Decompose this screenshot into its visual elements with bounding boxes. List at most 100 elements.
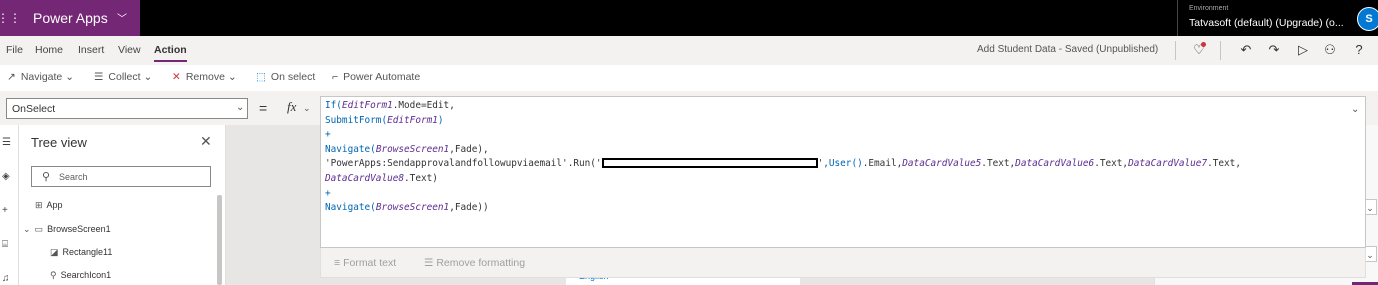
formula-variable: BrowseScreen1 [375,143,450,155]
database-icon[interactable]: ⌸ [2,239,8,250]
formula-variable: EditForm1 [387,114,438,126]
property-value: OnSelect [12,103,56,115]
avatar[interactable]: S [1357,7,1378,31]
formula-text: ,Fade), [449,143,489,155]
formula-code[interactable]: If(EditForm1.Mode=Edit, SubmitForm(EditFo… [325,99,1241,216]
close-icon[interactable]: ✕ [200,133,212,150]
formula-text: .Email, [862,158,903,170]
rectangle-icon: ◪ [50,247,59,257]
chevron-down-icon: ⌄ [23,224,31,234]
chevron-down-icon[interactable]: ⌄ [1351,104,1359,115]
chevron-down-icon: ⌄ [65,71,74,83]
formula-line: SubmitForm(EditForm1) [325,114,1241,129]
property-dropdown[interactable]: OnSelect ⌄ [6,98,248,119]
formula-keyword: + [325,129,331,141]
on-select-button[interactable]: ⬚ On select [256,71,315,83]
remove-button[interactable]: ✕ Remove ⌄ [172,71,237,83]
environment-name: Tatvasoft (default) (Upgrade) (o... [1189,17,1344,29]
list-icon: ☰ [94,71,104,83]
menu-home[interactable]: Home [35,44,63,56]
format-text-button[interactable]: ≡ Format text [334,257,396,269]
chevron-down-icon: ⌄ [143,71,153,83]
chevron-down-icon: ﹀ [117,14,127,25]
search-icon: ⚲ [42,171,51,183]
undo-icon[interactable]: ↶ [1236,40,1256,60]
search-input[interactable]: ⚲ Search [31,166,211,187]
formula-keyword: If( [325,100,342,111]
menu-action[interactable]: Action [154,44,187,62]
formula-text: 'PowerApps:Sendapprovalandfollowupviaema… [325,158,602,170]
redo-icon[interactable]: ↷ [1264,40,1284,60]
navigate-button[interactable]: ↗ Navigate ⌄ [7,71,74,83]
tree-scrollbar[interactable] [217,195,222,285]
formula-text: .Text, [1094,158,1129,170]
tree-item-browsescreen1[interactable]: ⌄ ▭ BrowseScreen1 [23,224,111,235]
formula-line: + [325,128,1241,143]
tree-item-app[interactable]: ⊞ App [35,200,63,211]
divider [1175,41,1176,60]
remove-formatting-icon: ☰ [424,257,434,269]
formula-line: If(EditForm1.Mode=Edit, [325,99,1241,114]
fx-icon[interactable]: fx [287,99,296,115]
tree-item-label: BrowseScreen1 [47,224,111,234]
formula-variable: DataCardValue5 [902,158,982,170]
media-icon[interactable]: ♫ [2,273,10,284]
formula-text: .Text, [981,158,1016,170]
formula-keyword: + [325,187,331,199]
formula-keyword: Navigate( [325,202,376,214]
equals-sign: = [259,100,268,116]
flow-icon: ⌐ [332,71,339,83]
layers-icon[interactable]: ◈ [2,171,10,182]
remove-formatting-button[interactable]: ☰ Remove formatting [424,257,525,269]
search-icon: ⚲ [50,270,57,280]
tree-item-label: App [46,200,63,210]
remove-formatting-label: Remove formatting [436,257,526,269]
share-user-icon[interactable]: ⚇ [1320,40,1340,60]
close-icon: ✕ [172,71,181,83]
hamburger-icon[interactable]: ☰ [2,137,11,148]
menu-insert[interactable]: Insert [78,44,104,56]
power-automate-label: Power Automate [343,71,421,83]
formula-keyword: Navigate( [325,143,376,155]
chevron-down-icon: ⌄ [236,102,245,113]
tree-item-searchicon1[interactable]: ⚲ SearchIcon1 [50,270,111,281]
cursor-select-icon: ⬚ [256,71,266,83]
help-icon[interactable]: ? [1349,40,1369,60]
plus-icon[interactable]: + [2,205,8,216]
menu-file[interactable]: File [6,44,23,56]
waffle-menu-icon[interactable]: ⋮⋮ [0,0,21,36]
top-bar: ⋮⋮ Power Apps ﹀ Environment Tatvasoft (d… [0,0,1378,36]
environment-label: Environment [1189,5,1229,12]
formula-variable: BrowseScreen1 [375,202,450,214]
play-icon[interactable]: ▷ [1293,40,1313,60]
redacted-value [601,158,818,169]
formula-line: Navigate(BrowseScreen1,Fade)) [325,201,1241,216]
left-rail: ☰ ◈ + ⌸ ♫ [0,125,19,285]
tree-view-title: Tree view [31,135,87,150]
app-switcher[interactable]: Power Apps ﹀ [18,0,140,36]
menu-bar: File Home Insert View Action Add Student… [0,36,1378,66]
formula-keyword: ) [437,114,444,126]
app-checker-icon[interactable]: ♡ [1189,40,1209,60]
command-bar: ↗ Navigate ⌄ ☰ Collect ⌄ ✕ Remove ⌄ ⬚ On sel… [0,65,1378,92]
collect-button[interactable]: ☰ Collect ⌄ [94,71,152,83]
on-select-label: On select [270,71,316,83]
tree-item-rectangle11[interactable]: ◪ Rectangle11 [50,247,112,258]
format-text-label: Format text [343,257,397,269]
formula-text: ,Fade)) [449,202,489,214]
tree-item-label: SearchIcon1 [60,270,112,280]
environment-picker[interactable]: Environment Tatvasoft (default) (Upgrade… [1177,0,1348,36]
menu-view[interactable]: View [118,44,141,56]
search-placeholder: Search [59,172,88,182]
app-icon: ⊞ [35,200,43,210]
screen-icon: ▭ [34,224,44,234]
format-text-icon: ≡ [334,257,341,269]
formula-line: DataCardValue8.Text) [325,172,1241,187]
tree-item-label: Rectangle11 [62,247,113,257]
formula-text: .Text, [1207,158,1241,170]
power-automate-button[interactable]: ⌐ Power Automate [332,71,420,83]
formula-text: .Mode=Edit, [392,100,455,111]
app-title: Power Apps [33,10,108,26]
formula-text: .Text) [404,172,438,184]
chevron-down-icon[interactable]: ⌄ [303,103,311,114]
